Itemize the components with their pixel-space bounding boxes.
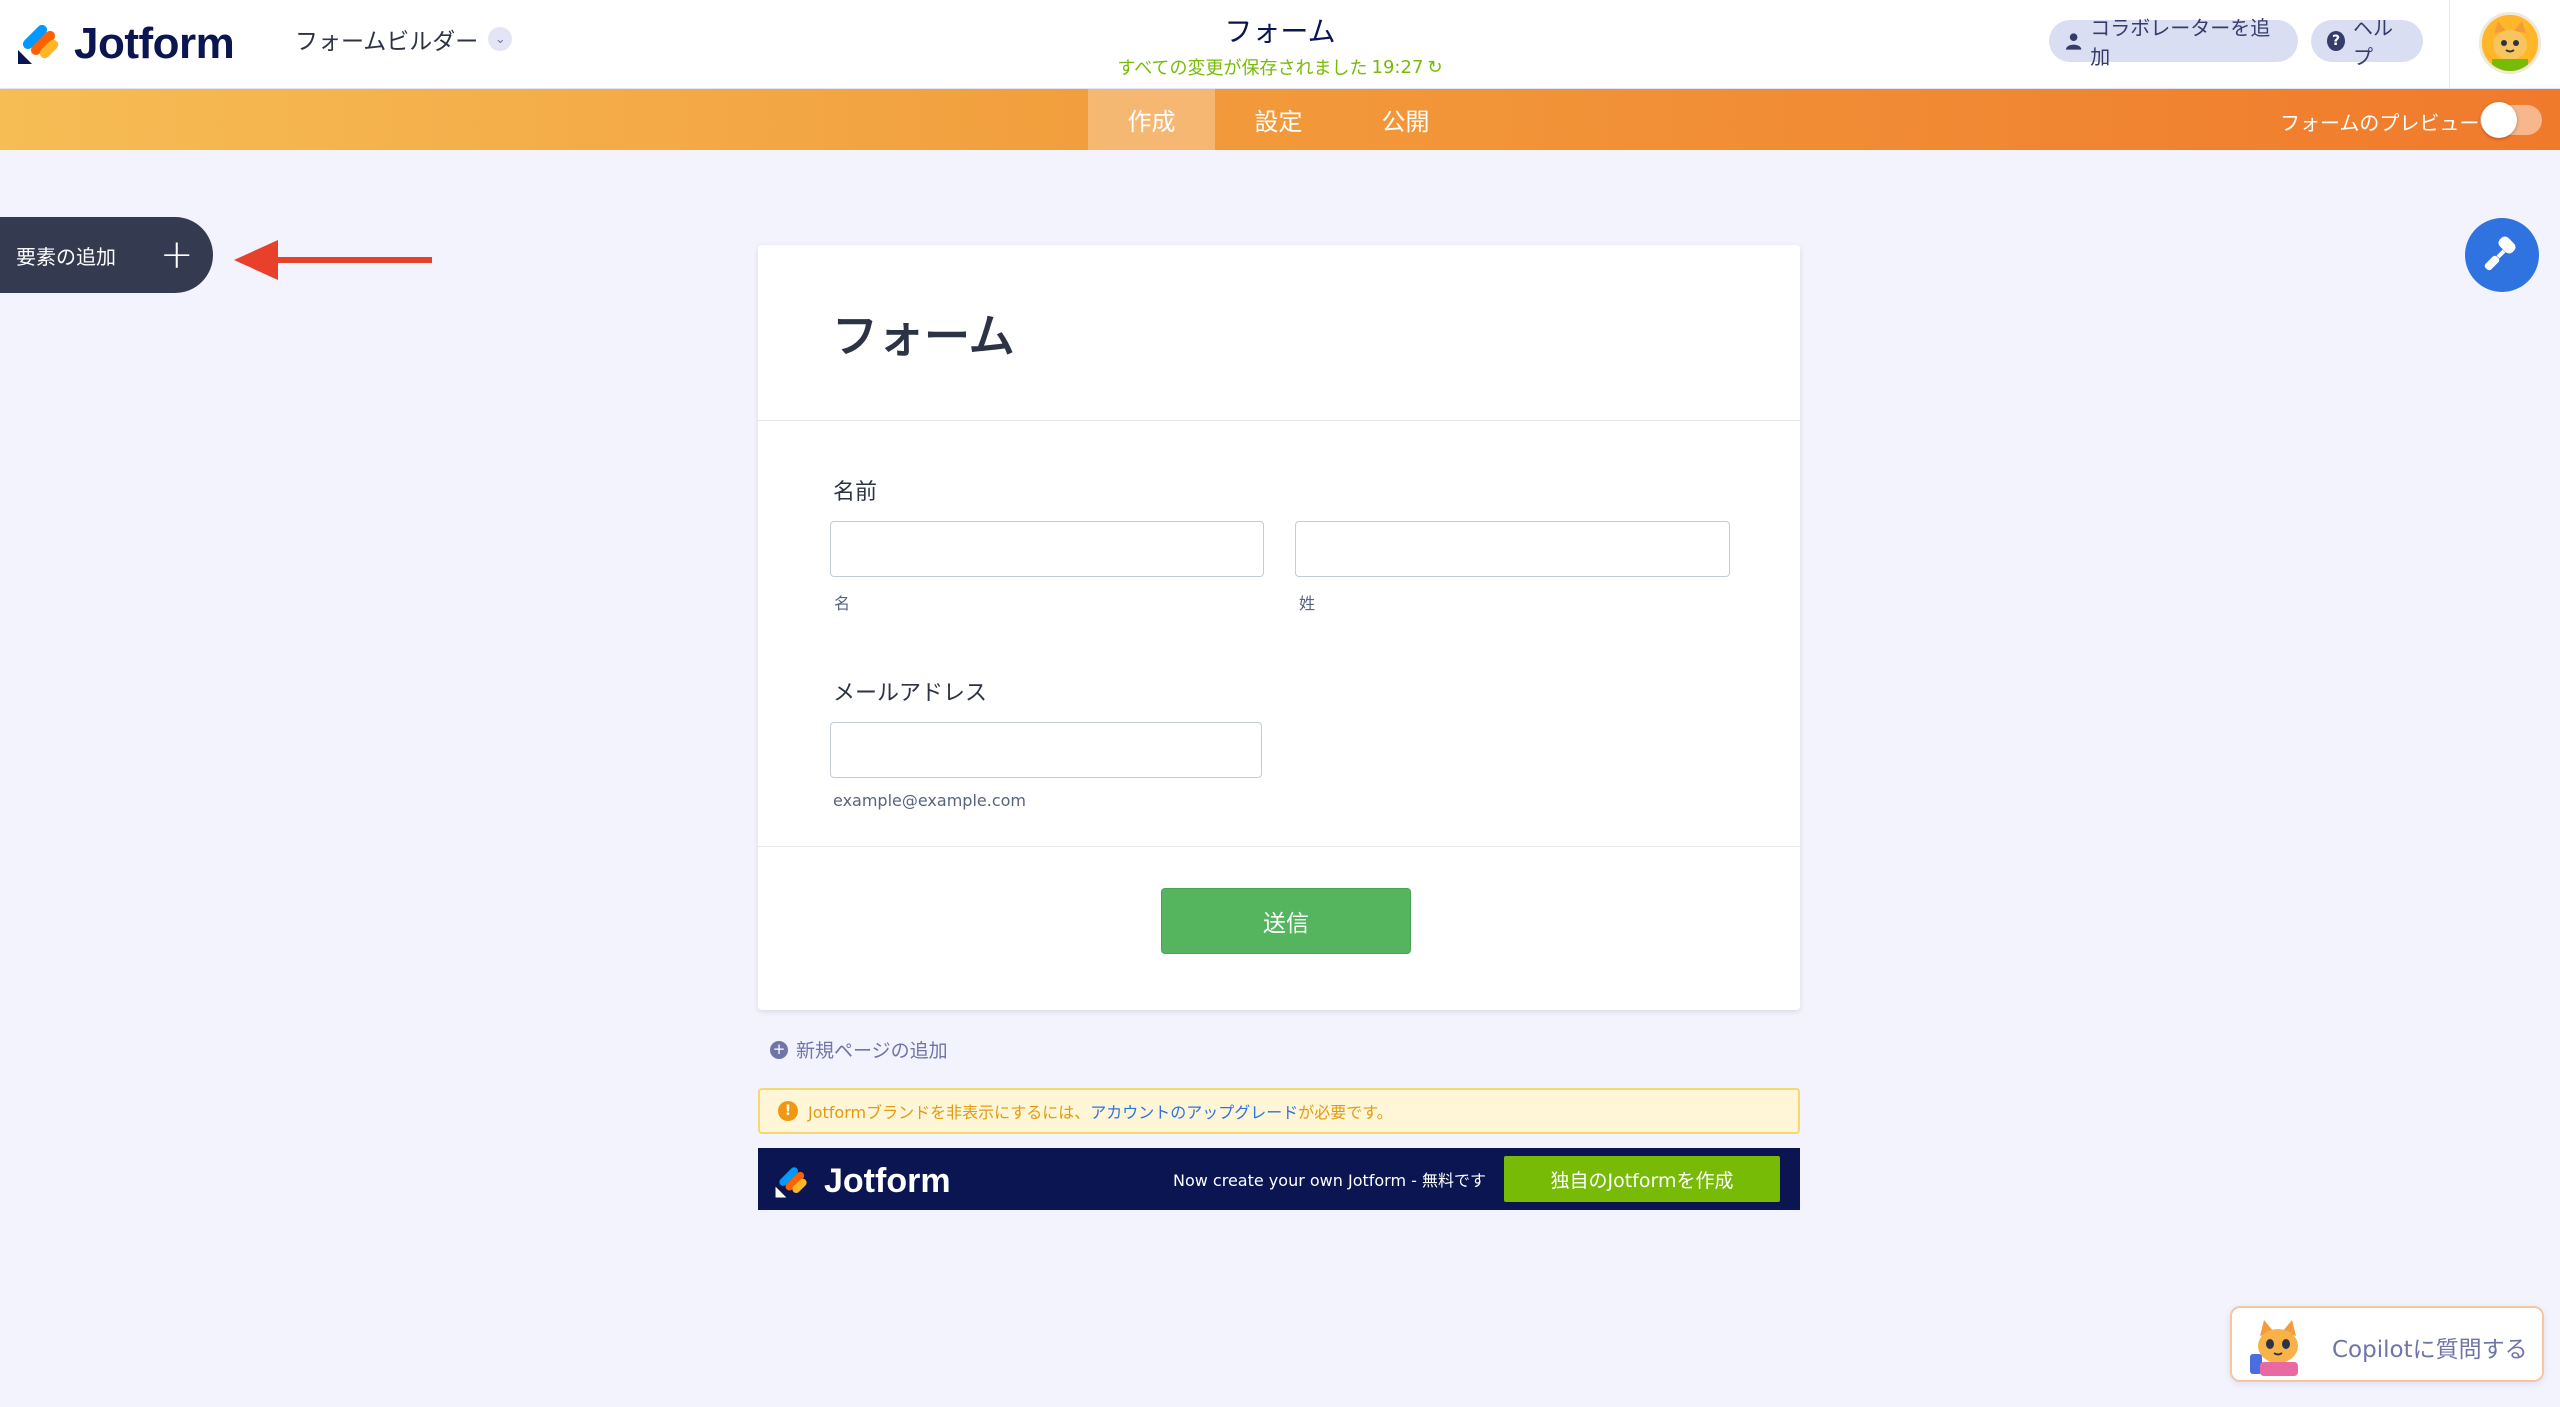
- form-title[interactable]: フォーム: [1080, 10, 1480, 50]
- last-name-sublabel: 姓: [1299, 594, 1316, 613]
- brand-name: Jotform: [74, 19, 235, 68]
- user-icon: [2065, 33, 2082, 50]
- tab-build[interactable]: 作成: [1088, 89, 1215, 150]
- copilot-cat-icon: [2250, 1320, 2298, 1376]
- notice-text: Jotformブランドを非表示にするには、アカウントのアップグレードが必要です。: [808, 1099, 1393, 1123]
- add-collaborator-button[interactable]: コラボレーターを追加: [2049, 16, 2298, 69]
- branding-notice: ! Jotformブランドを非表示にするには、アカウントのアップグレードが必要で…: [758, 1088, 1800, 1134]
- name-label: 名前: [833, 480, 878, 505]
- form-title-area: フォーム すべての変更が保存されました 19:27 ↻: [1080, 10, 1480, 80]
- help-button[interactable]: ? ヘルプ: [2311, 16, 2423, 69]
- jotform-brand-footer: Jotform Now create your own Jotform - 無料…: [758, 1148, 1800, 1210]
- first-name-sublabel: 名: [834, 594, 851, 613]
- form-builder-menu[interactable]: フォームビルダー ⌄: [295, 22, 513, 56]
- form-heading[interactable]: フォーム: [832, 300, 1015, 366]
- save-status: すべての変更が保存されました 19:27 ↻: [1118, 54, 1443, 80]
- last-name-input[interactable]: [1295, 521, 1730, 577]
- footer-tagline: Now create your own Jotform - 無料です: [1173, 1171, 1487, 1190]
- question-icon: ?: [2327, 31, 2345, 51]
- add-collaborator-label: コラボレーターを追加: [2090, 16, 2271, 69]
- email-input[interactable]: [830, 722, 1262, 778]
- plus-icon: +: [160, 232, 194, 278]
- add-element-button[interactable]: 要素の追加 +: [0, 217, 213, 293]
- copilot-label: Copilotに質問する: [2332, 1337, 2528, 1363]
- chevron-down-icon: ⌄: [488, 27, 513, 51]
- footer-logo[interactable]: Jotform: [774, 1162, 951, 1201]
- email-label: メールアドレス: [833, 681, 988, 706]
- tab-settings[interactable]: 設定: [1215, 89, 1342, 150]
- notice-suffix: が必要です。: [1298, 1103, 1393, 1122]
- jotform-logo-icon: [18, 24, 59, 64]
- form-designer-button[interactable]: [2465, 218, 2539, 292]
- form-preview-label: フォームのプレビュー: [2280, 111, 2480, 135]
- footer-brand-name: Jotform: [824, 1162, 951, 1200]
- create-own-jotform-button[interactable]: 独自のJotformを作成: [1504, 1156, 1780, 1202]
- add-element-label: 要素の追加: [16, 244, 116, 269]
- avatar[interactable]: [2479, 12, 2541, 74]
- toggle-knob: [2481, 102, 2517, 138]
- paint-roller-icon: [2484, 236, 2516, 271]
- add-new-page-button[interactable]: + 新規ページの追加: [770, 1036, 948, 1063]
- top-header: Jotform フォームビルダー ⌄ フォーム すべての変更が保存されました 1…: [0, 0, 2560, 89]
- builder-navbar: 作成 設定 公開 フォームのプレビュー: [0, 89, 2560, 150]
- plus-circle-icon: +: [770, 1040, 788, 1059]
- jotform-logo[interactable]: Jotform: [16, 14, 235, 74]
- help-label: ヘルプ: [2353, 16, 2393, 69]
- jotform-logo-icon: [775, 1166, 807, 1197]
- add-page-label: 新規ページの追加: [796, 1040, 948, 1062]
- save-time: 19:27: [1371, 56, 1424, 78]
- submit-divider: [758, 846, 1800, 847]
- upgrade-account-link[interactable]: アカウントのアップグレード: [1090, 1103, 1298, 1122]
- submit-button[interactable]: 送信: [1161, 888, 1411, 954]
- form-header-section[interactable]: フォーム: [758, 245, 1800, 421]
- undo-history-icon[interactable]: ↻: [1427, 57, 1442, 78]
- notice-prefix: Jotformブランドを非表示にするには、: [808, 1103, 1091, 1122]
- header-divider: [2449, 0, 2450, 89]
- form-card: フォーム 名前 名 姓 メールアドレス example@example.com …: [758, 245, 1800, 1010]
- save-status-text: すべての変更が保存されました: [1117, 58, 1368, 79]
- copilot-button[interactable]: Copilotに質問する: [2230, 1306, 2544, 1382]
- red-arrow-icon: [234, 240, 432, 280]
- email-sublabel: example@example.com: [833, 791, 1026, 810]
- form-builder-label: フォームビルダー: [295, 29, 479, 55]
- warning-icon: !: [778, 1101, 798, 1121]
- tab-publish[interactable]: 公開: [1342, 89, 1469, 150]
- first-name-input[interactable]: [830, 521, 1264, 577]
- cat-avatar-icon: [2482, 15, 2538, 71]
